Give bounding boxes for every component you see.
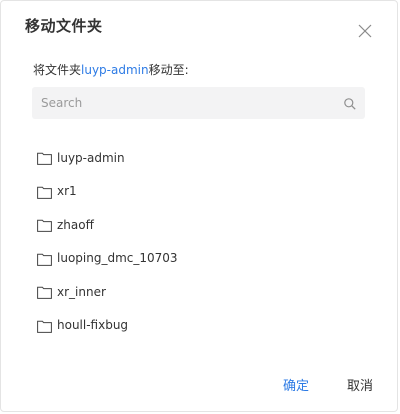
folder-item[interactable]: houll-fixbug [37, 309, 367, 343]
folder-icon [37, 284, 52, 300]
folder-label: xr_inner [57, 284, 106, 299]
instruction-prefix: 将文件夹 [33, 63, 82, 77]
folder-item[interactable]: xr_inner [37, 275, 367, 309]
move-instruction: 将文件夹luyp-admin移动至: [33, 61, 189, 78]
folder-icon [37, 217, 52, 233]
folder-label: luoping_dmc_10703 [57, 251, 178, 266]
folder-list: luyp-admin xr1 zhaoff luoping_dmc_10703 … [37, 141, 367, 342]
cancel-button[interactable]: 取消 [347, 375, 373, 394]
folder-label: xr1 [57, 184, 77, 199]
folder-label: zhaoff [57, 217, 94, 232]
folder-icon [37, 150, 52, 166]
instruction-suffix: 移动至: [148, 63, 189, 77]
confirm-button[interactable]: 确定 [283, 375, 309, 394]
folder-icon [37, 184, 52, 199]
folder-icon [37, 251, 52, 266]
folder-item[interactable]: xr1 [37, 175, 367, 209]
search-icon[interactable] [343, 96, 357, 110]
close-icon[interactable] [357, 23, 373, 39]
dialog-title: 移动文件夹 [25, 17, 103, 35]
folder-label: luyp-admin [57, 150, 125, 165]
search-box [32, 87, 365, 119]
search-input[interactable] [32, 87, 332, 119]
folder-label: houll-fixbug [57, 318, 129, 333]
move-folder-dialog: 移动文件夹 将文件夹luyp-admin移动至: luyp-admin [0, 0, 398, 412]
folder-item[interactable]: luoping_dmc_10703 [37, 242, 367, 276]
folder-item[interactable]: zhaoff [37, 208, 367, 242]
folder-item[interactable]: luyp-admin [37, 141, 367, 175]
source-folder-name: luyp-admin [81, 63, 149, 77]
folder-icon [37, 318, 52, 333]
